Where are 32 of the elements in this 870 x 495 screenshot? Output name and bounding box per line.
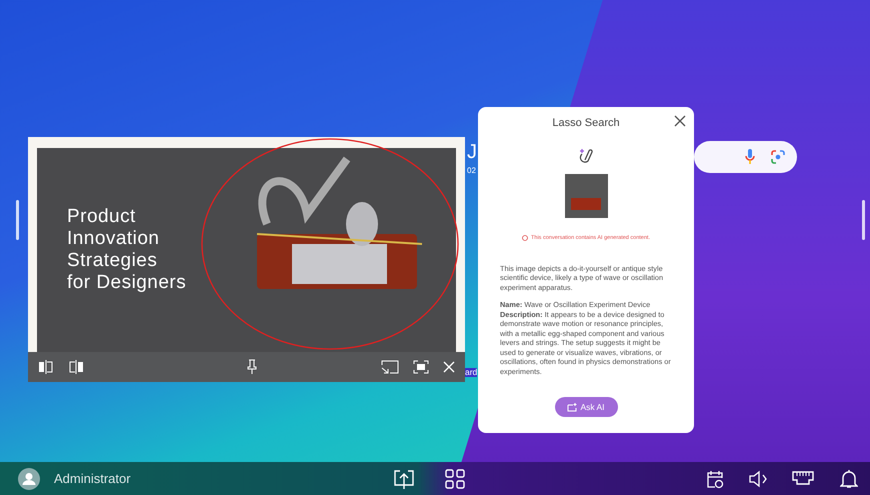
- split-left-icon[interactable]: [38, 360, 54, 374]
- search-bar[interactable]: [694, 141, 797, 173]
- bell-icon[interactable]: [840, 468, 858, 488]
- user-name[interactable]: Administrator: [54, 468, 131, 488]
- calendar-clock-icon[interactable]: [706, 468, 724, 488]
- user-avatar-icon[interactable]: [18, 468, 40, 490]
- fullscreen-icon[interactable]: [413, 360, 429, 374]
- pin-icon[interactable]: [246, 359, 258, 375]
- ask-ai-button[interactable]: Ask AI: [554, 397, 618, 417]
- share-screen-icon[interactable]: [392, 468, 415, 488]
- split-right-icon[interactable]: [68, 360, 84, 374]
- slide-title-line: for Designers: [67, 272, 186, 294]
- lasso-sparkle-icon: [577, 148, 595, 166]
- apps-grid-icon[interactable]: [444, 468, 465, 488]
- microphone-icon[interactable]: [745, 149, 755, 165]
- chat-sparkle-icon: [567, 402, 578, 412]
- partial-text: 02: [467, 167, 476, 175]
- ethernet-icon[interactable]: [792, 470, 814, 488]
- partial-text: J: [467, 142, 477, 162]
- partial-text: ard: [465, 368, 478, 376]
- close-icon[interactable]: [674, 115, 686, 127]
- slide-title-line: Strategies: [67, 250, 158, 272]
- speaker-icon[interactable]: [748, 470, 768, 488]
- exit-window-icon[interactable]: [381, 360, 399, 374]
- camera-search-icon[interactable]: [771, 150, 785, 164]
- photo-thumbnail: [564, 174, 608, 218]
- slide-title-line: Innovation: [67, 228, 160, 250]
- slide-title-line: Product: [67, 206, 137, 228]
- edge-handle[interactable]: [862, 200, 865, 240]
- edge-handle[interactable]: [16, 200, 19, 240]
- panel-title: Lasso Search: [552, 116, 620, 131]
- info-icon: [522, 234, 528, 241]
